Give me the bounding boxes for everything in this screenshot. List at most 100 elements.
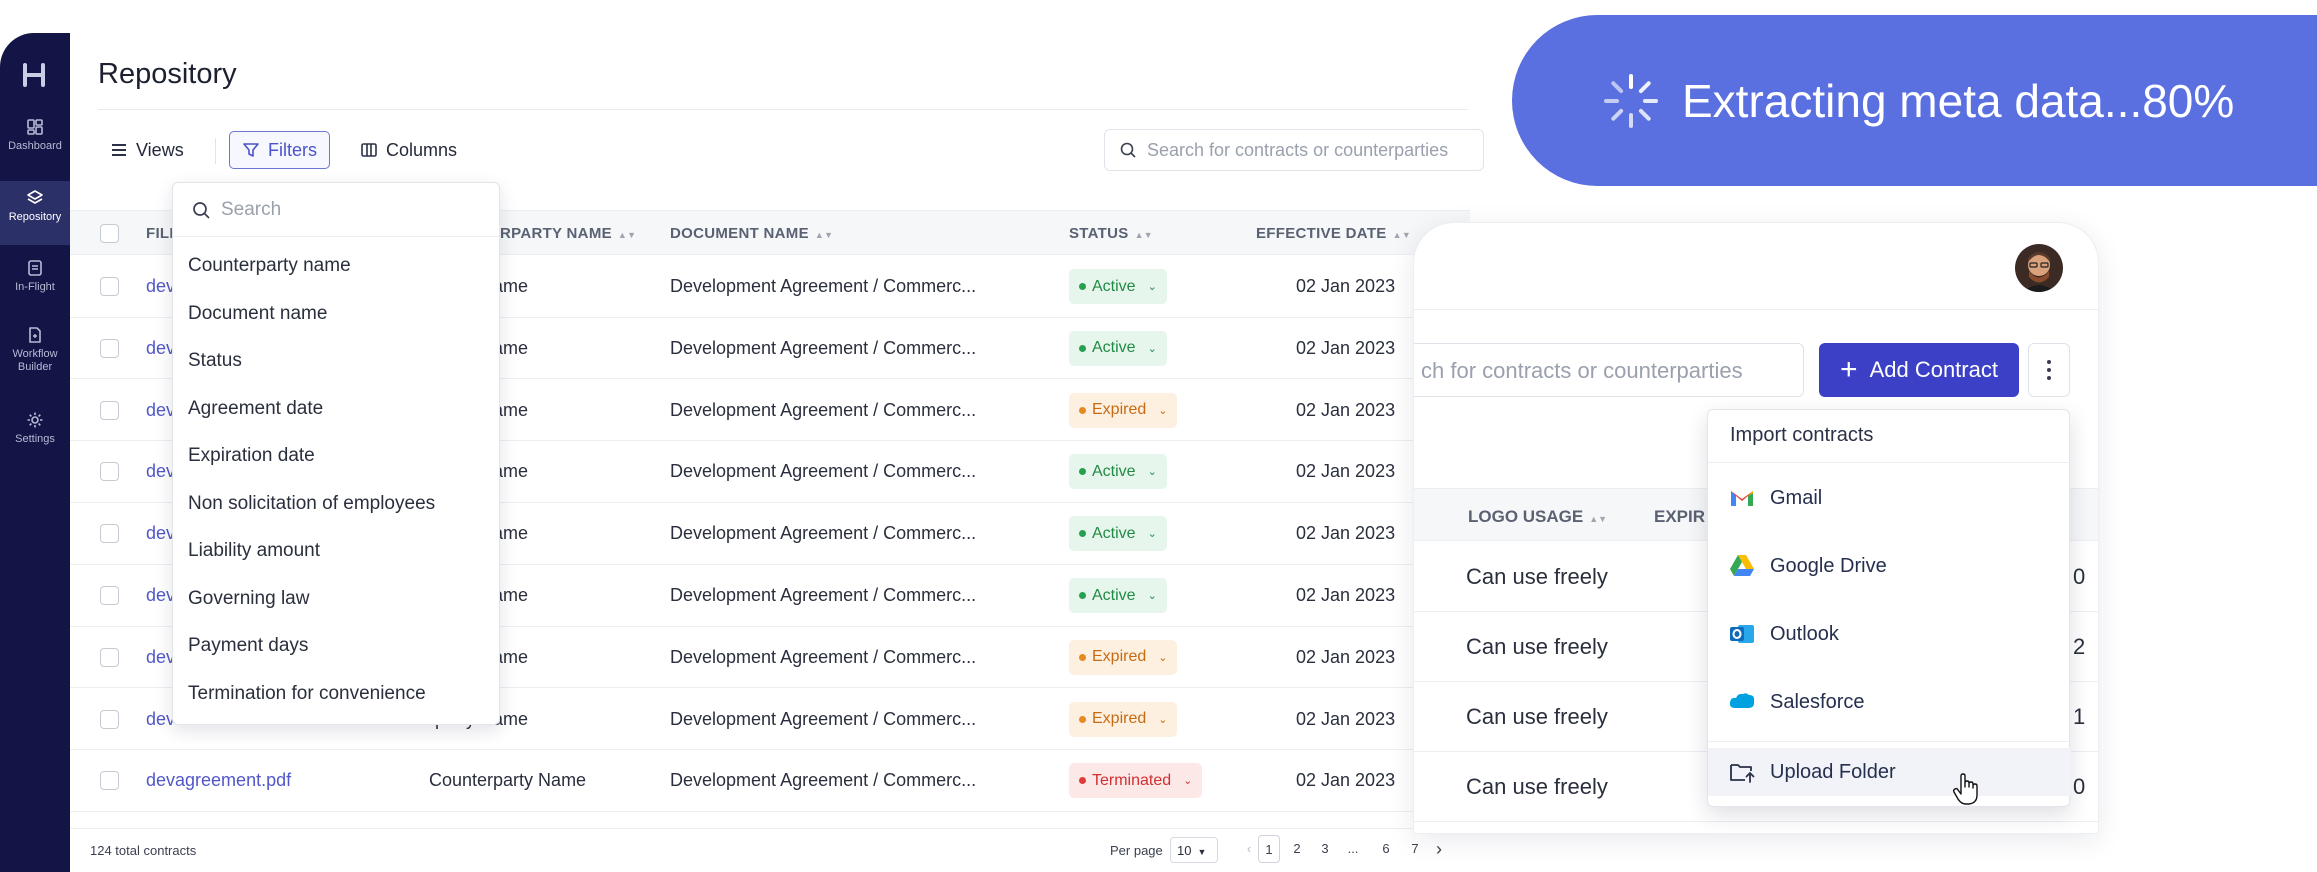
filter-option[interactable]: Non solicitation of employees	[188, 493, 435, 515]
filter-option[interactable]: Agreement date	[188, 398, 323, 420]
document-name: Development Agreement / Commerc...	[670, 770, 977, 791]
status-badge[interactable]: Active ⌄	[1069, 578, 1167, 613]
logo-usage-value: Can use freely	[1466, 704, 1608, 729]
counterparty-name: Counterparty Name	[429, 770, 587, 791]
file-name-link[interactable]: dev	[146, 523, 175, 544]
file-name-link[interactable]: devagreement.pdf	[146, 770, 291, 791]
column-header-counterparty[interactable]: RPARTY NAME ▲▼	[500, 225, 636, 242]
column-header-status[interactable]: STATUS ▲▼	[1069, 225, 1153, 242]
page-button[interactable]: 7	[1404, 835, 1426, 863]
row-checkbox[interactable]	[100, 338, 119, 358]
sidebar-item-dashboard[interactable]: Dashboard	[0, 118, 70, 178]
status-badge[interactable]: Active ⌄	[1069, 454, 1167, 490]
file-name-link[interactable]: dev	[146, 709, 175, 730]
column-header-status-label: STATUS	[1069, 225, 1129, 242]
columns-icon	[361, 143, 377, 157]
filters-button[interactable]: Filters	[229, 131, 330, 169]
row-checkbox[interactable]	[100, 400, 119, 420]
column-header-document[interactable]: DOCUMENT NAME ▲▼	[670, 225, 833, 242]
list-icon	[112, 144, 126, 156]
banner-text: Extracting meta data...80%	[1682, 74, 2235, 127]
filter-option[interactable]: Status	[188, 350, 242, 372]
row-checkbox[interactable]	[100, 771, 119, 791]
filter-option[interactable]: Governing law	[188, 588, 309, 610]
card-search-input[interactable]: ch for contracts or counterparties	[1414, 343, 1804, 397]
truncated-value: 0	[2073, 564, 2086, 589]
file-name-link[interactable]: dev	[146, 338, 175, 359]
views-button[interactable]: Views	[98, 131, 196, 169]
sidebar-item-settings[interactable]: Settings	[0, 405, 70, 465]
file-name-link[interactable]: dev	[146, 461, 175, 482]
column-header-expiration[interactable]: EXPIR	[1654, 507, 1705, 527]
column-header-logo-usage-label: LOGO USAGE	[1468, 507, 1584, 526]
status-badge[interactable]: Expired ⌄	[1069, 701, 1178, 737]
page-button[interactable]: 1	[1258, 835, 1280, 863]
next-page-button[interactable]: ›	[1428, 835, 1450, 863]
status-badge[interactable]: Active ⌄	[1069, 516, 1167, 552]
sidebar-item-repository[interactable]: Repository	[0, 181, 70, 245]
column-header-logo-usage[interactable]: LOGO USAGE ▲▼	[1468, 507, 1607, 527]
file-name-link[interactable]: dev	[146, 585, 175, 606]
per-page-select[interactable]: 10 ▼	[1170, 837, 1218, 863]
status-badge[interactable]: Terminated ⌄	[1069, 763, 1203, 799]
add-contract-button[interactable]: + Add Contract	[1819, 343, 2019, 397]
row-checkbox[interactable]	[100, 709, 119, 729]
import-salesforce[interactable]: Salesforce	[1708, 675, 2071, 729]
filter-option[interactable]: Liability amount	[188, 540, 320, 562]
row-checkbox[interactable]	[100, 524, 119, 544]
status-dot	[1079, 468, 1086, 476]
row-checkbox[interactable]	[100, 462, 119, 482]
filter-option[interactable]: Termination for convenience	[188, 683, 426, 705]
page-title: Repository	[98, 58, 237, 90]
page-button[interactable]: 3	[1314, 835, 1336, 863]
file-name-link[interactable]: dev	[146, 647, 175, 668]
effective-date: 02 Jan 2023	[1296, 461, 1396, 482]
status-badge[interactable]: Expired ⌄	[1069, 392, 1178, 428]
more-options-button[interactable]	[2028, 343, 2070, 397]
chevron-down-icon: ⌄	[1147, 342, 1157, 355]
sidebar-item-workflow-builder[interactable]: Workflow Builder	[0, 320, 70, 392]
search-placeholder: Search for contracts or counterparties	[1147, 139, 1449, 160]
table-row[interactable]: devagreement.pdf Counterparty Name Develop…	[70, 750, 1470, 812]
sidebar-item-in-flight[interactable]: In-Flight	[0, 253, 70, 313]
columns-button[interactable]: Columns	[348, 131, 469, 169]
divider	[1708, 462, 2071, 463]
sort-icon: ▲▼	[814, 230, 834, 240]
status-badge[interactable]: Active ⌄	[1069, 269, 1167, 304]
filter-search-input[interactable]: Search	[173, 183, 499, 237]
app-logo-icon[interactable]	[21, 62, 47, 88]
filter-option[interactable]: Document name	[188, 303, 327, 325]
avatar[interactable]	[2015, 244, 2063, 292]
import-google-drive[interactable]: Google Drive	[1708, 539, 2071, 593]
status-dot	[1079, 530, 1086, 538]
effective-date: 02 Jan 2023	[1296, 646, 1396, 667]
status-dot	[1079, 592, 1086, 599]
column-header-effective-date[interactable]: EFFECTIVE DATE ▲▼	[1256, 225, 1411, 242]
row-checkbox[interactable]	[100, 586, 119, 605]
filter-option[interactable]: Expiration date	[188, 445, 315, 467]
import-gmail[interactable]: Gmail	[1708, 471, 2071, 525]
import-outlook[interactable]: Outlook	[1708, 607, 2071, 661]
effective-date: 02 Jan 2023	[1296, 585, 1396, 605]
prev-page-button[interactable]: ‹	[1238, 835, 1260, 863]
chevron-down-icon: ⌄	[1147, 281, 1157, 293]
filter-option[interactable]: Payment days	[188, 635, 308, 657]
upload-folder-item[interactable]: Upload Folder	[1708, 748, 2071, 796]
search-input[interactable]: Search for contracts or counterparties	[1104, 129, 1484, 171]
effective-date: 02 Jan 2023	[1296, 276, 1396, 296]
row-checkbox[interactable]	[100, 277, 119, 296]
row-checkbox[interactable]	[100, 647, 119, 667]
effective-date: 02 Jan 2023	[1296, 708, 1396, 729]
select-all-checkbox[interactable]	[100, 224, 119, 243]
file-name-link[interactable]: dev	[146, 276, 175, 297]
filter-option[interactable]: Counterparty name	[188, 255, 351, 277]
file-name-link[interactable]: dev	[146, 400, 175, 421]
status-badge[interactable]: Active ⌄	[1069, 330, 1167, 366]
page-button[interactable]: 2	[1286, 835, 1308, 863]
import-menu-title: Import contracts	[1730, 424, 1874, 446]
status-badge[interactable]: Expired ⌄	[1069, 639, 1178, 675]
import-item-label: Salesforce	[1770, 690, 1865, 713]
hand-cursor-icon	[1952, 773, 1978, 805]
page-button[interactable]: 6	[1375, 835, 1397, 863]
filters-label: Filters	[268, 139, 317, 160]
